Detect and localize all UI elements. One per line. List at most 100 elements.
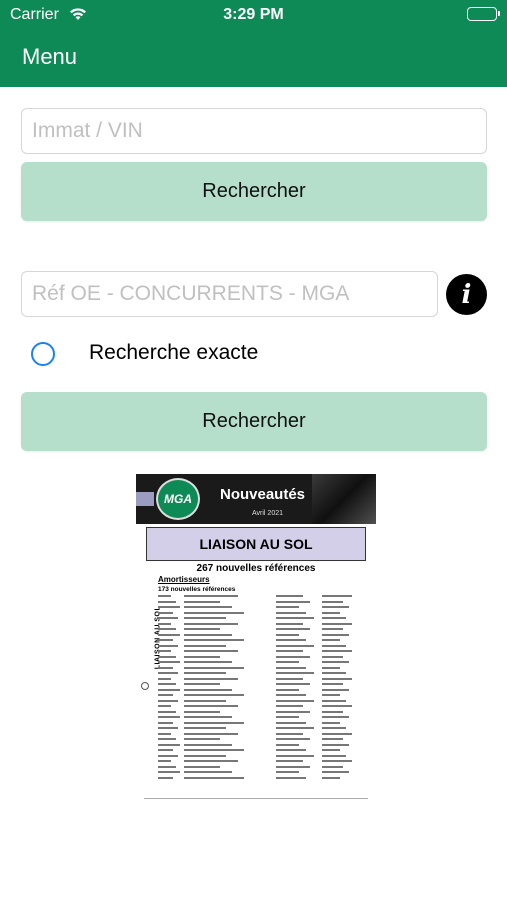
table-text-line [158,710,176,713]
table-text-line [184,699,226,702]
table-text-line [322,727,346,729]
table-text-line [322,611,340,614]
table-text-line [158,749,174,751]
table-text-line [276,600,311,603]
section-subtitle: 267 nouvelles références [196,563,316,574]
table-text-line [184,633,232,636]
table-text-line [276,727,314,729]
exact-search-radio[interactable] [31,342,55,366]
table-text-line [322,600,343,603]
table-text-line [158,771,180,773]
reference-search-input[interactable]: Réf OE - CONCURRENTS - MGA [21,271,438,317]
table-text-line [322,688,349,691]
table-text-line [322,694,340,696]
table-text-line [158,622,172,625]
info-icon[interactable]: i [446,274,487,315]
table-text-line [184,628,220,630]
table-text-line [184,622,238,625]
table-text-line [276,606,299,608]
table-text-line [276,749,307,751]
table-text-line [158,595,172,597]
table-text-line [276,617,314,619]
reference-search-button[interactable]: Rechercher [21,392,487,451]
catalog-banner: MGA Nouveautés Avril 2021 [136,474,376,524]
table-text-line [322,633,349,636]
table-text-line [184,721,244,724]
table-text-line [322,771,349,773]
table-text-line [158,655,176,658]
table-text-line [322,743,349,746]
table-text-line [184,666,244,669]
table-text-line [158,600,176,603]
table-text-line [158,650,172,652]
table-text-line [184,639,244,641]
banner-title: Nouveautés [220,486,306,503]
table-text-line [322,622,352,625]
vin-search-input[interactable]: Immat / VIN [21,108,487,154]
table-text-line [184,743,232,746]
table-text-line [322,650,352,652]
table-text-line [322,738,343,740]
table-text-line [158,639,174,641]
table-text-line [158,633,180,636]
table-text-line [276,611,307,614]
table-text-line [158,617,178,619]
table-text-line [158,705,172,707]
table-text-line [276,595,303,597]
table-text-line [276,661,299,663]
table-text-line [276,743,299,746]
table-text-line [276,688,299,691]
table-text-line [276,694,307,696]
table-text-line [276,639,307,641]
banner-date: Avril 2021 [252,510,284,517]
table-text-line [184,760,238,762]
table-text-line [184,683,220,685]
status-bar: Carrier 3:29 PM [0,0,507,31]
table-text-line [276,754,314,757]
table-text-line [276,705,303,707]
table-text-line [276,672,314,674]
table-text-line [322,765,343,768]
table-text-line [158,688,180,691]
table-text-line [158,677,172,680]
table-text-line [276,710,311,713]
table-text-line [276,776,307,779]
table-text-line [184,677,238,680]
table-text-line [322,606,349,608]
table-text-line [158,666,174,669]
table-text-line [158,606,180,608]
table-text-line [322,699,346,702]
table-text-line [276,633,299,636]
table-text-line [184,672,226,674]
table-text-line [322,710,343,713]
table-text-line [184,765,220,768]
table-text-line [322,732,352,735]
table-text-line [276,644,314,647]
table-text-line [158,721,174,724]
table-text-line [276,721,307,724]
table-text-line [158,716,180,718]
section-title: LIAISON AU SOL [146,527,366,561]
table-text-line [322,760,352,762]
exact-search-label: Recherche exacte [89,341,259,364]
table-text-line [184,749,244,751]
table-text-line [158,611,174,614]
menu-button[interactable]: Menu [22,44,77,70]
table-text-line [322,628,343,630]
catalog-preview[interactable]: MGA Nouveautés Avril 2021 LIAISON AU SOL… [136,474,376,806]
table-text-line [184,688,232,691]
table-text-line [322,716,349,718]
table-text-line [184,710,220,713]
table-text-line [158,644,178,647]
table-text-line [158,699,178,702]
reference-placeholder: Réf OE - CONCURRENTS - MGA [32,282,350,305]
table-text-line [184,705,238,707]
vin-search-button[interactable]: Rechercher [21,162,487,221]
banner-swoosh [136,492,154,506]
mga-logo: MGA [156,478,200,520]
table-text-line [184,738,220,740]
table-text-line [158,683,176,685]
table-text-line [158,661,180,663]
table-text-line [322,666,340,669]
table-text-line [184,727,226,729]
